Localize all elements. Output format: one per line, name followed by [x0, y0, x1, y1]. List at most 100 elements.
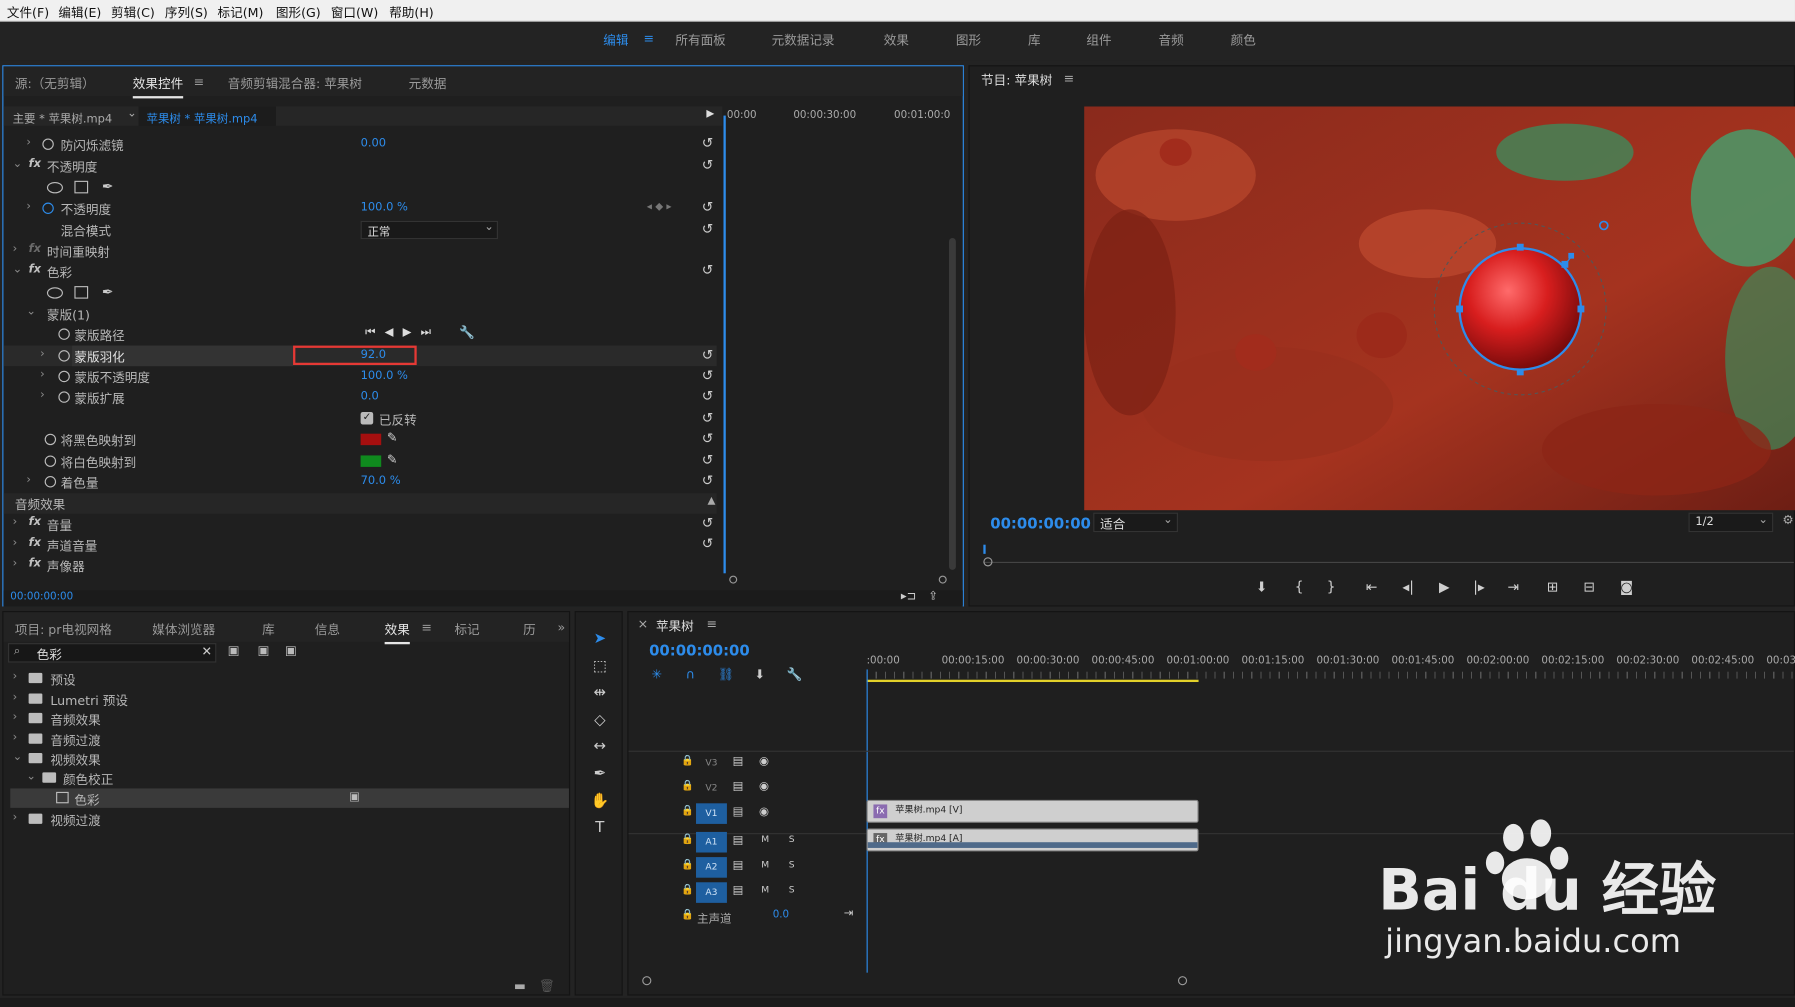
ec-playhead[interactable]	[723, 115, 726, 574]
chevron-right-icon[interactable]: ›	[13, 516, 18, 529]
fit-select[interactable]: 适合 ⌄	[1093, 512, 1178, 533]
ellipse-mask-icon[interactable]	[46, 181, 63, 194]
rectangle-mask-icon[interactable]	[74, 180, 89, 194]
ec-ruler[interactable]: 00:00 00:00:30:00 00:01:00:0	[725, 106, 954, 125]
master-value[interactable]: 0.0	[773, 910, 789, 921]
tabs-overflow-icon[interactable]: »	[557, 620, 565, 635]
sync-lock-icon[interactable]: ▤	[733, 780, 744, 793]
mute-button[interactable]: M	[761, 859, 769, 869]
add-marker-icon[interactable]: ⬇	[754, 667, 765, 682]
keyframe-nav-icon[interactable]: ◂ ◆ ▸	[647, 201, 672, 212]
collapse-up-icon[interactable]: ▲	[707, 495, 715, 506]
stopwatch-icon[interactable]	[42, 138, 54, 150]
lock-icon[interactable]: 🔒	[681, 780, 694, 791]
reset-icon[interactable]: ↺	[702, 388, 714, 404]
eye-icon[interactable]: ◉	[759, 806, 769, 819]
chevron-right-icon[interactable]: ›	[26, 200, 31, 213]
track-header-v2[interactable]: 🔒 V2 ▤ ◉	[631, 776, 865, 801]
yuv-effects-icon[interactable]: ▣	[285, 643, 297, 658]
accelerated-effects-icon[interactable]: ▣	[228, 643, 240, 658]
sequence-title[interactable]: 苹果树	[656, 617, 694, 635]
new-bin-icon[interactable]: ▬	[514, 978, 526, 993]
step-forward-icon[interactable]: |▸	[1473, 579, 1485, 595]
tree-item[interactable]: › 视频过渡	[10, 809, 569, 828]
trash-icon[interactable]: 🗑	[539, 978, 555, 993]
ripple-edit-tool-icon[interactable]: ⇹	[590, 684, 611, 701]
32bit-effects-icon[interactable]: ▣	[258, 643, 270, 658]
tab-libraries[interactable]: 库	[262, 620, 275, 638]
reset-icon[interactable]: ↺	[702, 410, 714, 426]
wrench-icon[interactable]: 🔧	[786, 667, 802, 682]
stopwatch-icon[interactable]	[44, 476, 57, 488]
track-target[interactable]: A2	[696, 857, 727, 878]
settings-icon[interactable]: ⚙	[1782, 513, 1793, 528]
go-to-out-icon[interactable]: ⇥	[1508, 579, 1520, 595]
go-to-in-icon[interactable]: ⇤	[1366, 579, 1378, 595]
go-to-end-icon[interactable]: ⇥	[844, 907, 854, 920]
ec-scrollbar[interactable]	[949, 238, 956, 570]
effects-search[interactable]: ⌕ 色彩 ✕	[8, 643, 217, 663]
lock-icon[interactable]: 🔒	[681, 859, 694, 870]
tab-source[interactable]: 源:（无剪辑）	[15, 74, 95, 92]
workspace-libraries[interactable]: 库	[1028, 31, 1041, 49]
close-icon[interactable]: ✕	[201, 644, 212, 659]
program-playhead[interactable]	[983, 544, 986, 554]
tab-markers[interactable]: 标记	[454, 620, 479, 638]
tab-history[interactable]: 历	[523, 620, 536, 638]
track-target[interactable]: V1	[696, 803, 727, 824]
scroll-handle-icon[interactable]	[1177, 976, 1188, 986]
chevron-down-icon[interactable]: ⌄	[13, 751, 23, 764]
lock-icon[interactable]: 🔒	[681, 910, 694, 921]
close-icon[interactable]: ×	[638, 617, 649, 632]
audio-clip[interactable]: fx 苹果树.mp4 [A]	[866, 828, 1199, 852]
timeline-timecode[interactable]: 00:00:00:00	[649, 643, 750, 660]
menu-edit[interactable]: 编辑(E)	[58, 3, 101, 21]
stopwatch-icon[interactable]	[42, 202, 54, 214]
chevron-right-icon[interactable]: ›	[26, 474, 31, 487]
reset-icon[interactable]: ↺	[702, 367, 714, 383]
fx-icon[interactable]: fx	[29, 243, 41, 256]
track-select-tool-icon[interactable]: ⬚	[590, 658, 611, 675]
timeline-ruler[interactable]: :00:00 00:00:15:00 00:00:30:00 00:00:45:00 0…	[866, 653, 1795, 683]
reset-icon[interactable]: ↺	[702, 536, 714, 552]
reset-icon[interactable]: ↺	[702, 135, 714, 151]
tab-effect-controls[interactable]: 效果控件	[132, 74, 184, 99]
track-target[interactable]: V2	[696, 778, 727, 799]
fx-icon[interactable]: fx	[29, 516, 41, 529]
resolution-select[interactable]: 1/2 ⌄	[1688, 512, 1774, 533]
track-header-v1[interactable]: 🔒 V1 ▤ ◉	[631, 801, 865, 826]
chevron-down-icon[interactable]: ⌄	[13, 158, 23, 171]
chevron-down-icon[interactable]: ⌄	[26, 770, 36, 783]
chevron-right-icon[interactable]: ›	[13, 811, 18, 824]
chevron-right-icon[interactable]: ›	[13, 731, 18, 744]
tree-item[interactable]: ⌄ 颜色校正	[10, 768, 569, 787]
chevron-right-icon[interactable]: ›	[13, 557, 18, 570]
tab-metadata[interactable]: 元数据	[409, 74, 447, 92]
lock-icon[interactable]: 🔒	[681, 806, 694, 817]
track-header-v3[interactable]: 🔒 V3 ▤ ◉	[631, 751, 865, 776]
white-color-swatch[interactable]	[360, 455, 382, 467]
reset-icon[interactable]: ↺	[702, 473, 714, 489]
type-tool-icon[interactable]: T	[590, 819, 611, 836]
fx-icon[interactable]: fx	[29, 537, 41, 550]
chevron-down-icon[interactable]: ⌄	[13, 263, 23, 276]
selection-tool-icon[interactable]: ➤	[590, 631, 611, 648]
tree-item[interactable]: › 音频效果	[10, 708, 569, 728]
black-color-swatch[interactable]	[360, 433, 382, 446]
timeline-scroll[interactable]	[642, 976, 1188, 986]
mark-out-icon[interactable]: }	[1327, 579, 1336, 595]
menu-file[interactable]: 文件(F)	[7, 3, 49, 21]
pen-tool-icon[interactable]: ✒	[590, 766, 611, 783]
mask-expand-value[interactable]: 0.0	[361, 390, 379, 403]
workspace-audio[interactable]: 音频	[1158, 31, 1183, 49]
workspace-color[interactable]: 颜色	[1231, 31, 1256, 49]
tab-audio-mixer[interactable]: 音频剪辑混合器: 苹果树	[228, 74, 362, 92]
chevron-right-icon[interactable]: ›	[40, 348, 45, 361]
fx-icon[interactable]: fx	[29, 158, 41, 171]
program-scrub-bar[interactable]	[983, 544, 1794, 564]
sync-lock-icon[interactable]: ▤	[733, 755, 744, 768]
pen-mask-icon[interactable]: ✒	[102, 179, 114, 195]
tree-item[interactable]: › Lumetri 预设	[10, 689, 569, 708]
filter-icon[interactable]: ▸⊐	[901, 590, 916, 603]
track-target[interactable]: A1	[696, 831, 727, 853]
